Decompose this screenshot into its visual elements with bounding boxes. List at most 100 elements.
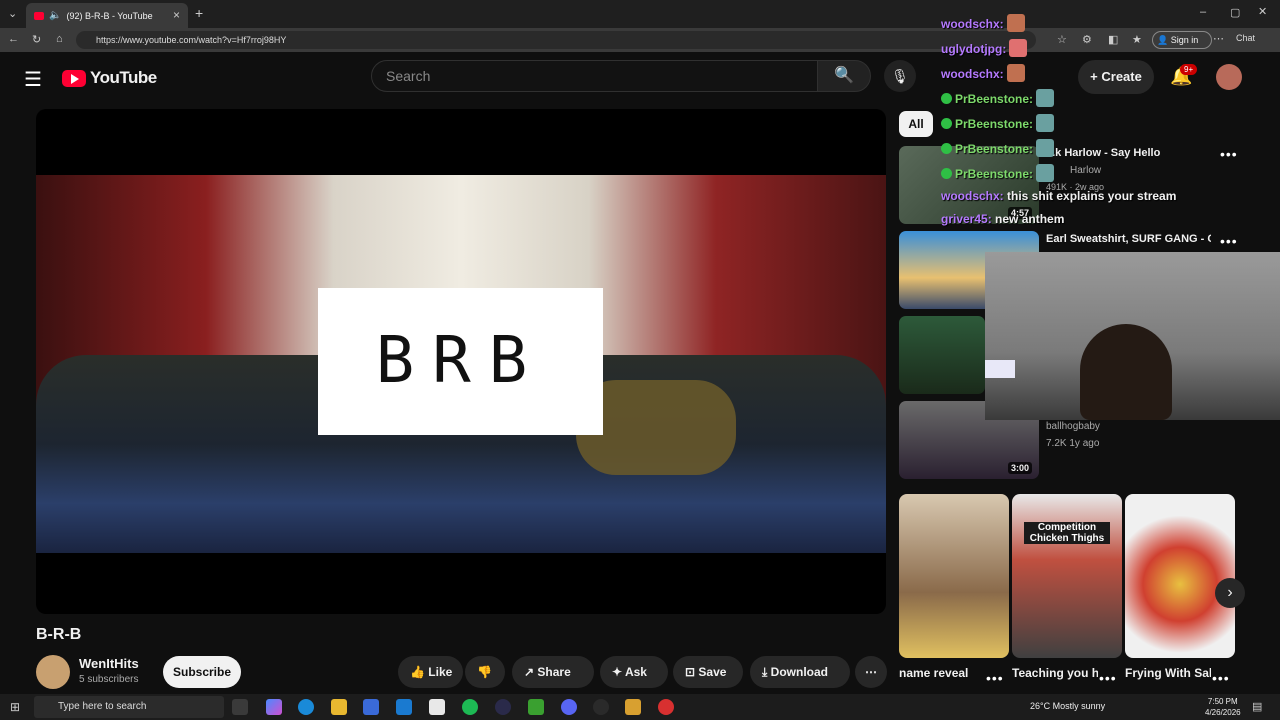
- save-button[interactable]: ⊡ Save: [673, 656, 743, 688]
- short-thumbnail[interactable]: [899, 494, 1009, 658]
- emote-icon: [1036, 114, 1055, 132]
- filter-chip-all[interactable]: All: [899, 111, 933, 137]
- favorites-bar-icon[interactable]: ★: [1132, 33, 1142, 46]
- search-icon: 🔍: [834, 67, 854, 84]
- back-icon[interactable]: ←: [8, 33, 19, 45]
- youtube-logo[interactable]: YouTube: [62, 68, 157, 88]
- related-thumbnail[interactable]: [899, 316, 985, 394]
- tab-title: (92) B-R-B - YouTube: [66, 10, 153, 21]
- app-icon[interactable]: [658, 699, 674, 715]
- related-channel[interactable]: Harlow: [1070, 165, 1101, 176]
- hamburger-menu-icon[interactable]: ☰: [24, 67, 42, 92]
- logo-text: YouTube: [90, 68, 157, 87]
- channel-name[interactable]: WenItHits: [79, 656, 139, 671]
- video-title: B-R-B: [36, 626, 82, 643]
- share-icon: ↗: [524, 665, 535, 679]
- related-title[interactable]: Earl Sweatshirt, SURF GANG - Chicago: [1046, 233, 1211, 249]
- video-player[interactable]: BRB: [36, 109, 886, 614]
- emote-icon: [1006, 64, 1025, 82]
- short-title[interactable]: Teaching you how to mak...: [1012, 666, 1098, 682]
- more-options-icon[interactable]: •••: [1212, 670, 1230, 686]
- verified-badge-icon: [941, 118, 952, 129]
- search-button[interactable]: 🔍: [817, 60, 871, 92]
- chat-username: woodschx:: [941, 67, 1004, 81]
- close-window-icon[interactable]: ✕: [1258, 5, 1267, 18]
- chat-line: woodschx: this shit explains your stream: [941, 189, 1176, 203]
- channel-avatar[interactable]: [36, 655, 70, 689]
- webcam-monitor-glow: [985, 360, 1015, 378]
- new-tab-icon[interactable]: +: [195, 5, 203, 21]
- more-options-icon[interactable]: •••: [1220, 233, 1238, 249]
- obs-icon[interactable]: [593, 699, 609, 715]
- chat-line: uglydotjpg:: [941, 39, 1028, 57]
- minimize-icon[interactable]: –: [1200, 6, 1206, 18]
- more-options-icon[interactable]: •••: [1099, 670, 1117, 686]
- task-view-icon[interactable]: [232, 699, 248, 715]
- create-button[interactable]: + Create: [1078, 60, 1154, 94]
- file-explorer-icon[interactable]: [331, 699, 347, 715]
- emote-icon: [1036, 139, 1055, 157]
- edge-icon[interactable]: [298, 699, 314, 715]
- chat-username: woodschx:: [941, 17, 1004, 31]
- chat-message: this shit explains your stream: [1007, 189, 1177, 203]
- shorts-next-arrow-icon[interactable]: ›: [1215, 578, 1245, 608]
- subscribe-button[interactable]: Subscribe: [163, 656, 241, 688]
- more-options-icon[interactable]: •••: [986, 670, 1004, 686]
- share-button[interactable]: ↗ Share: [512, 656, 594, 688]
- verified-badge-icon: [941, 168, 952, 179]
- account-avatar[interactable]: [1216, 64, 1242, 90]
- chat-line: PrBeenstone:: [941, 114, 1055, 132]
- short-title[interactable]: Frying With Salt?: [1125, 666, 1211, 682]
- time-label: 7:50 PM: [1207, 697, 1238, 706]
- like-label: Like: [428, 665, 453, 679]
- youtube-play-icon: [62, 69, 86, 87]
- app-icon[interactable]: [625, 699, 641, 715]
- taskbar-search-input[interactable]: Type here to search: [34, 696, 224, 718]
- home-icon[interactable]: ⌂: [56, 33, 63, 45]
- notification-count-badge: 9+: [1180, 64, 1198, 75]
- split-screen-icon[interactable]: ◧: [1108, 33, 1118, 46]
- speaker-icon[interactable]: 🔈: [49, 10, 61, 21]
- store-icon[interactable]: [363, 699, 379, 715]
- discord-icon[interactable]: [561, 699, 577, 715]
- browser-tab[interactable]: 🔈 (92) B-R-B - YouTube ×: [26, 3, 188, 28]
- search-input[interactable]: Search: [371, 60, 818, 92]
- related-channel[interactable]: ballhogbaby: [1046, 421, 1100, 432]
- app-icon[interactable]: [495, 699, 511, 715]
- like-button[interactable]: 👍 Like: [398, 656, 463, 688]
- download-button[interactable]: ⤓ Download: [750, 656, 850, 688]
- short-thumbnail[interactable]: Competition Chicken Thighs: [1012, 494, 1122, 658]
- notifications-icon[interactable]: ▤: [1252, 700, 1262, 713]
- url-field[interactable]: https://www.youtube.com/watch?v=Hf7rroj9…: [76, 31, 1036, 49]
- more-actions-button[interactable]: ⋯: [855, 656, 887, 688]
- date-label: 4/26/2026: [1205, 708, 1241, 717]
- related-title[interactable]: ...k Harlow - Say Hello: [1046, 147, 1160, 159]
- windows-start-icon[interactable]: ⊞: [10, 700, 20, 714]
- clock[interactable]: 7:50 PM 4/26/2026: [1205, 696, 1241, 718]
- microphone-icon: 🎙: [891, 68, 909, 84]
- short-title[interactable]: name reveal: [899, 666, 968, 680]
- xbox-icon[interactable]: [528, 699, 544, 715]
- outlook-icon[interactable]: [396, 699, 412, 715]
- weather-widget[interactable]: 26°C Mostly sunny: [1030, 701, 1105, 711]
- favorite-icon[interactable]: ☆: [1057, 33, 1067, 46]
- short-thumbnail[interactable]: [1125, 494, 1235, 658]
- sign-in-button[interactable]: 👤 Sign in: [1152, 31, 1212, 49]
- spotify-icon[interactable]: [462, 699, 478, 715]
- more-options-icon[interactable]: ⋯: [1213, 32, 1224, 45]
- dislike-button[interactable]: 👎: [465, 656, 505, 688]
- copilot-icon[interactable]: [266, 699, 282, 715]
- reload-icon[interactable]: ↻: [32, 33, 41, 46]
- related-meta: 7.2K 1y ago: [1046, 438, 1100, 449]
- close-tab-icon[interactable]: ×: [173, 8, 180, 22]
- more-options-icon[interactable]: •••: [1220, 146, 1238, 162]
- chat-line: woodschx:: [941, 14, 1025, 32]
- copilot-chat-button[interactable]: Chat: [1236, 33, 1255, 43]
- maximize-icon[interactable]: ▢: [1230, 6, 1240, 19]
- extensions-icon[interactable]: ⚙: [1082, 33, 1092, 46]
- notepad-icon[interactable]: [429, 699, 445, 715]
- voice-search-button[interactable]: 🎙: [884, 60, 916, 92]
- ask-button[interactable]: ✦ Ask: [600, 656, 668, 688]
- chat-label: Chat: [1236, 33, 1256, 43]
- tab-list-icon[interactable]: ⌄: [8, 7, 17, 20]
